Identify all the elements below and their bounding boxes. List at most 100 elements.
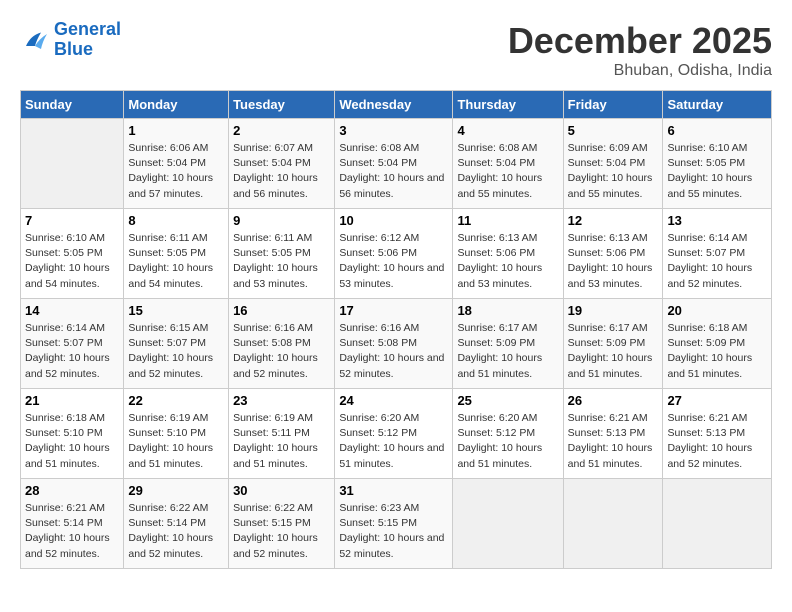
- calendar-cell: 27 Sunrise: 6:21 AM Sunset: 5:13 PM Dayl…: [663, 389, 772, 479]
- page-header: General Blue December 2025 Bhuban, Odish…: [20, 20, 772, 80]
- day-info: Sunrise: 6:14 AM Sunset: 5:07 PM Dayligh…: [667, 231, 767, 292]
- day-number: 1: [128, 123, 224, 138]
- day-info: Sunrise: 6:22 AM Sunset: 5:14 PM Dayligh…: [128, 501, 224, 562]
- calendar-cell: 16 Sunrise: 6:16 AM Sunset: 5:08 PM Dayl…: [229, 299, 335, 389]
- day-info: Sunrise: 6:07 AM Sunset: 5:04 PM Dayligh…: [233, 141, 330, 202]
- calendar-cell: 2 Sunrise: 6:07 AM Sunset: 5:04 PM Dayli…: [229, 119, 335, 209]
- day-info: Sunrise: 6:18 AM Sunset: 5:09 PM Dayligh…: [667, 321, 767, 382]
- day-number: 10: [339, 213, 448, 228]
- logo-icon: [20, 25, 50, 55]
- day-info: Sunrise: 6:13 AM Sunset: 5:06 PM Dayligh…: [568, 231, 659, 292]
- day-number: 25: [457, 393, 558, 408]
- day-number: 11: [457, 213, 558, 228]
- day-info: Sunrise: 6:19 AM Sunset: 5:10 PM Dayligh…: [128, 411, 224, 472]
- calendar-cell: 15 Sunrise: 6:15 AM Sunset: 5:07 PM Dayl…: [124, 299, 229, 389]
- calendar-cell: 20 Sunrise: 6:18 AM Sunset: 5:09 PM Dayl…: [663, 299, 772, 389]
- day-info: Sunrise: 6:16 AM Sunset: 5:08 PM Dayligh…: [339, 321, 448, 382]
- weekday-header: Wednesday: [335, 91, 453, 119]
- calendar-cell: 17 Sunrise: 6:16 AM Sunset: 5:08 PM Dayl…: [335, 299, 453, 389]
- calendar-cell: 1 Sunrise: 6:06 AM Sunset: 5:04 PM Dayli…: [124, 119, 229, 209]
- day-info: Sunrise: 6:11 AM Sunset: 5:05 PM Dayligh…: [128, 231, 224, 292]
- day-info: Sunrise: 6:06 AM Sunset: 5:04 PM Dayligh…: [128, 141, 224, 202]
- calendar-week-row: 21 Sunrise: 6:18 AM Sunset: 5:10 PM Dayl…: [21, 389, 772, 479]
- day-number: 17: [339, 303, 448, 318]
- day-number: 26: [568, 393, 659, 408]
- day-number: 21: [25, 393, 119, 408]
- calendar-cell: 24 Sunrise: 6:20 AM Sunset: 5:12 PM Dayl…: [335, 389, 453, 479]
- day-info: Sunrise: 6:08 AM Sunset: 5:04 PM Dayligh…: [339, 141, 448, 202]
- weekday-header: Tuesday: [229, 91, 335, 119]
- day-number: 16: [233, 303, 330, 318]
- day-info: Sunrise: 6:10 AM Sunset: 5:05 PM Dayligh…: [25, 231, 119, 292]
- logo-text: General Blue: [54, 20, 121, 60]
- day-info: Sunrise: 6:16 AM Sunset: 5:08 PM Dayligh…: [233, 321, 330, 382]
- day-info: Sunrise: 6:21 AM Sunset: 5:14 PM Dayligh…: [25, 501, 119, 562]
- day-info: Sunrise: 6:11 AM Sunset: 5:05 PM Dayligh…: [233, 231, 330, 292]
- calendar-cell: 5 Sunrise: 6:09 AM Sunset: 5:04 PM Dayli…: [563, 119, 663, 209]
- calendar-cell: 29 Sunrise: 6:22 AM Sunset: 5:14 PM Dayl…: [124, 479, 229, 569]
- weekday-header: Saturday: [663, 91, 772, 119]
- weekday-header: Friday: [563, 91, 663, 119]
- calendar-cell: 21 Sunrise: 6:18 AM Sunset: 5:10 PM Dayl…: [21, 389, 124, 479]
- calendar-cell: 9 Sunrise: 6:11 AM Sunset: 5:05 PM Dayli…: [229, 209, 335, 299]
- day-number: 6: [667, 123, 767, 138]
- calendar-cell: 7 Sunrise: 6:10 AM Sunset: 5:05 PM Dayli…: [21, 209, 124, 299]
- calendar-cell: 26 Sunrise: 6:21 AM Sunset: 5:13 PM Dayl…: [563, 389, 663, 479]
- day-number: 7: [25, 213, 119, 228]
- day-number: 3: [339, 123, 448, 138]
- location-title: Bhuban, Odisha, India: [508, 62, 772, 80]
- calendar-cell: 4 Sunrise: 6:08 AM Sunset: 5:04 PM Dayli…: [453, 119, 563, 209]
- weekday-header: Sunday: [21, 91, 124, 119]
- logo: General Blue: [20, 20, 121, 60]
- day-number: 23: [233, 393, 330, 408]
- day-info: Sunrise: 6:20 AM Sunset: 5:12 PM Dayligh…: [339, 411, 448, 472]
- calendar-cell: 22 Sunrise: 6:19 AM Sunset: 5:10 PM Dayl…: [124, 389, 229, 479]
- calendar-cell: 30 Sunrise: 6:22 AM Sunset: 5:15 PM Dayl…: [229, 479, 335, 569]
- title-block: December 2025 Bhuban, Odisha, India: [508, 20, 772, 80]
- calendar-cell: [21, 119, 124, 209]
- day-info: Sunrise: 6:18 AM Sunset: 5:10 PM Dayligh…: [25, 411, 119, 472]
- day-info: Sunrise: 6:23 AM Sunset: 5:15 PM Dayligh…: [339, 501, 448, 562]
- day-info: Sunrise: 6:10 AM Sunset: 5:05 PM Dayligh…: [667, 141, 767, 202]
- calendar-cell: 11 Sunrise: 6:13 AM Sunset: 5:06 PM Dayl…: [453, 209, 563, 299]
- day-info: Sunrise: 6:08 AM Sunset: 5:04 PM Dayligh…: [457, 141, 558, 202]
- weekday-header: Monday: [124, 91, 229, 119]
- calendar-cell: 19 Sunrise: 6:17 AM Sunset: 5:09 PM Dayl…: [563, 299, 663, 389]
- day-number: 5: [568, 123, 659, 138]
- day-number: 29: [128, 483, 224, 498]
- day-info: Sunrise: 6:09 AM Sunset: 5:04 PM Dayligh…: [568, 141, 659, 202]
- calendar-week-row: 1 Sunrise: 6:06 AM Sunset: 5:04 PM Dayli…: [21, 119, 772, 209]
- day-info: Sunrise: 6:17 AM Sunset: 5:09 PM Dayligh…: [568, 321, 659, 382]
- day-number: 4: [457, 123, 558, 138]
- day-number: 28: [25, 483, 119, 498]
- day-info: Sunrise: 6:21 AM Sunset: 5:13 PM Dayligh…: [568, 411, 659, 472]
- day-info: Sunrise: 6:17 AM Sunset: 5:09 PM Dayligh…: [457, 321, 558, 382]
- day-info: Sunrise: 6:12 AM Sunset: 5:06 PM Dayligh…: [339, 231, 448, 292]
- calendar-table: SundayMondayTuesdayWednesdayThursdayFrid…: [20, 90, 772, 569]
- day-number: 24: [339, 393, 448, 408]
- day-number: 8: [128, 213, 224, 228]
- day-info: Sunrise: 6:21 AM Sunset: 5:13 PM Dayligh…: [667, 411, 767, 472]
- day-number: 14: [25, 303, 119, 318]
- day-info: Sunrise: 6:22 AM Sunset: 5:15 PM Dayligh…: [233, 501, 330, 562]
- day-number: 20: [667, 303, 767, 318]
- day-number: 22: [128, 393, 224, 408]
- calendar-cell: 10 Sunrise: 6:12 AM Sunset: 5:06 PM Dayl…: [335, 209, 453, 299]
- weekday-header-row: SundayMondayTuesdayWednesdayThursdayFrid…: [21, 91, 772, 119]
- calendar-cell: [663, 479, 772, 569]
- day-number: 12: [568, 213, 659, 228]
- day-info: Sunrise: 6:14 AM Sunset: 5:07 PM Dayligh…: [25, 321, 119, 382]
- day-info: Sunrise: 6:13 AM Sunset: 5:06 PM Dayligh…: [457, 231, 558, 292]
- calendar-cell: 13 Sunrise: 6:14 AM Sunset: 5:07 PM Dayl…: [663, 209, 772, 299]
- month-title: December 2025: [508, 20, 772, 62]
- day-number: 9: [233, 213, 330, 228]
- day-number: 18: [457, 303, 558, 318]
- day-number: 19: [568, 303, 659, 318]
- calendar-cell: 18 Sunrise: 6:17 AM Sunset: 5:09 PM Dayl…: [453, 299, 563, 389]
- calendar-week-row: 14 Sunrise: 6:14 AM Sunset: 5:07 PM Dayl…: [21, 299, 772, 389]
- day-number: 15: [128, 303, 224, 318]
- day-number: 2: [233, 123, 330, 138]
- calendar-cell: 14 Sunrise: 6:14 AM Sunset: 5:07 PM Dayl…: [21, 299, 124, 389]
- calendar-cell: 25 Sunrise: 6:20 AM Sunset: 5:12 PM Dayl…: [453, 389, 563, 479]
- calendar-week-row: 7 Sunrise: 6:10 AM Sunset: 5:05 PM Dayli…: [21, 209, 772, 299]
